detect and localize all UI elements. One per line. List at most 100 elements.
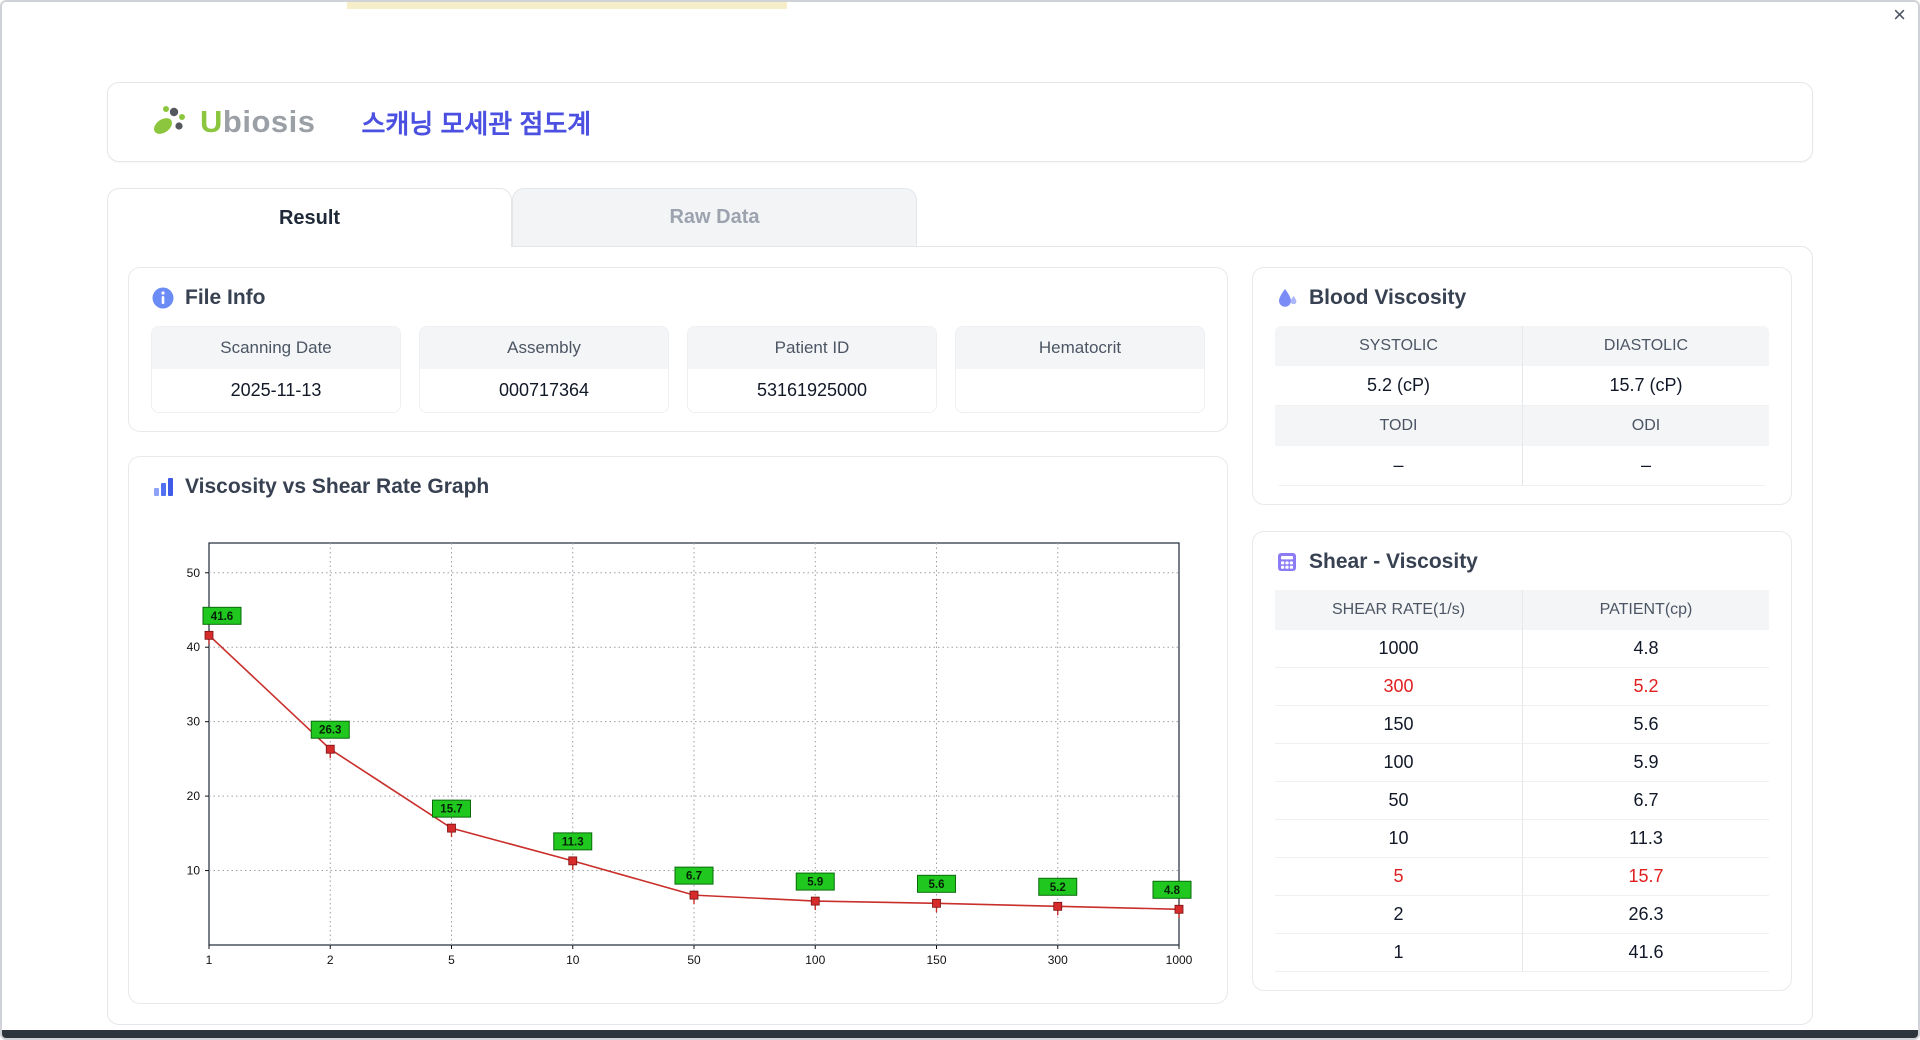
file-info-fields: Scanning Date 2025-11-13 Assembly 000717… bbox=[151, 326, 1205, 413]
sv-patient: 5.2 bbox=[1522, 668, 1769, 706]
field-value: 000717364 bbox=[420, 369, 668, 412]
blood-viscosity-title: Blood Viscosity bbox=[1309, 286, 1467, 309]
bv-value-systolic: 5.2 (cP) bbox=[1275, 366, 1522, 406]
field-scanning-date: Scanning Date 2025-11-13 bbox=[151, 326, 401, 413]
sv-patient: 11.3 bbox=[1522, 820, 1769, 858]
graph-panel: Viscosity vs Shear Rate Graph 10 20 30 40 50… bbox=[128, 456, 1228, 1004]
tab-bar: Result Raw Data bbox=[107, 188, 1813, 247]
viscosity-chart: 10 20 30 40 50 1 2 5 10 50 100 150 300 1000 41.6 26.3 15… bbox=[187, 542, 1193, 967]
field-value: 53161925000 bbox=[688, 369, 936, 412]
svg-text:41.6: 41.6 bbox=[211, 611, 233, 623]
file-info-title: File Info bbox=[185, 286, 266, 309]
sv-shear: 2 bbox=[1275, 896, 1522, 934]
logo-letters: biosis bbox=[222, 104, 316, 139]
sv-shear: 5 bbox=[1275, 858, 1522, 896]
leaf-logo-icon bbox=[150, 101, 194, 144]
sv-patient: 5.6 bbox=[1522, 706, 1769, 744]
bv-header-todi: TODI bbox=[1275, 406, 1522, 446]
bv-header-odi: ODI bbox=[1522, 406, 1769, 446]
svg-text:1000: 1000 bbox=[1166, 953, 1193, 967]
svg-text:4.8: 4.8 bbox=[1164, 885, 1181, 897]
svg-text:10: 10 bbox=[187, 864, 201, 878]
field-value: 2025-11-13 bbox=[152, 369, 400, 412]
sv-patient: 41.6 bbox=[1522, 934, 1769, 972]
bv-header-systolic: SYSTOLIC bbox=[1275, 326, 1522, 366]
graph-title: Viscosity vs Shear Rate Graph bbox=[185, 475, 490, 498]
tab-result[interactable]: Result bbox=[107, 188, 512, 247]
field-hematocrit: Hematocrit bbox=[955, 326, 1205, 413]
table-grid-icon bbox=[1275, 550, 1299, 574]
bar-chart-icon bbox=[151, 475, 175, 499]
sv-patient: 26.3 bbox=[1522, 896, 1769, 934]
svg-text:10: 10 bbox=[566, 953, 580, 967]
sv-shear: 100 bbox=[1275, 744, 1522, 782]
graph-header: Viscosity vs Shear Rate Graph bbox=[151, 475, 1205, 499]
field-label: Patient ID bbox=[688, 327, 936, 369]
svg-text:40: 40 bbox=[187, 640, 201, 654]
bv-value-odi: – bbox=[1522, 446, 1769, 486]
shear-viscosity-panel: Shear - Viscosity SHEAR RATE(1/s) PATIEN… bbox=[1252, 531, 1792, 991]
sv-patient: 4.8 bbox=[1522, 630, 1769, 668]
tab-raw-data[interactable]: Raw Data bbox=[512, 188, 917, 246]
ubiosis-logo: Ubiosis bbox=[150, 101, 315, 144]
svg-text:2: 2 bbox=[327, 953, 334, 967]
svg-text:26.3: 26.3 bbox=[319, 725, 341, 737]
sv-shear: 300 bbox=[1275, 668, 1522, 706]
svg-text:5.6: 5.6 bbox=[929, 879, 945, 891]
water-drop-icon bbox=[1275, 286, 1299, 310]
blood-viscosity-header: Blood Viscosity bbox=[1275, 286, 1769, 310]
blood-viscosity-table: SYSTOLIC DIASTOLIC 5.2 (cP) 15.7 (cP) TO… bbox=[1275, 326, 1769, 486]
svg-text:150: 150 bbox=[926, 953, 946, 967]
svg-text:20: 20 bbox=[187, 789, 201, 803]
field-label: Scanning Date bbox=[152, 327, 400, 369]
page: Ubiosis 스캐닝 모세관 점도계 Result Raw Data File… bbox=[2, 2, 1918, 1025]
bv-value-todi: – bbox=[1275, 446, 1522, 486]
svg-text:100: 100 bbox=[805, 953, 825, 967]
sv-patient: 5.9 bbox=[1522, 744, 1769, 782]
bv-value-diastolic: 15.7 (cP) bbox=[1522, 366, 1769, 406]
field-patient-id: Patient ID 53161925000 bbox=[687, 326, 937, 413]
app-header: Ubiosis 스캐닝 모세관 점도계 bbox=[107, 82, 1813, 162]
sv-shear: 50 bbox=[1275, 782, 1522, 820]
svg-text:1: 1 bbox=[206, 953, 213, 967]
logo-text: Ubiosis bbox=[200, 104, 315, 140]
svg-text:50: 50 bbox=[187, 566, 201, 580]
chart-area: 10 20 30 40 50 1 2 5 10 50 100 150 300 1000 41.6 26.3 15… bbox=[151, 515, 1205, 985]
svg-text:300: 300 bbox=[1048, 953, 1068, 967]
app-window: × Ubiosis 스캐닝 모세관 점도계 Result Raw Data Fi… bbox=[0, 0, 1920, 1040]
blood-viscosity-panel: Blood Viscosity SYSTOLIC DIASTOLIC 5.2 (… bbox=[1252, 267, 1792, 505]
svg-text:50: 50 bbox=[687, 953, 701, 967]
sv-col-shear-rate: SHEAR RATE(1/s) bbox=[1275, 590, 1522, 630]
svg-text:11.3: 11.3 bbox=[562, 836, 584, 848]
sv-col-patient: PATIENT(cp) bbox=[1522, 590, 1769, 630]
app-title: 스캐닝 모세관 점도계 bbox=[361, 108, 592, 139]
svg-text:5.9: 5.9 bbox=[807, 877, 823, 889]
shear-viscosity-title: Shear - Viscosity bbox=[1309, 550, 1478, 573]
field-assembly: Assembly 000717364 bbox=[419, 326, 669, 413]
sv-patient: 6.7 bbox=[1522, 782, 1769, 820]
sv-shear: 150 bbox=[1275, 706, 1522, 744]
svg-text:15.7: 15.7 bbox=[440, 804, 462, 816]
bv-header-diastolic: DIASTOLIC bbox=[1522, 326, 1769, 366]
field-label: Assembly bbox=[420, 327, 668, 369]
svg-text:5: 5 bbox=[448, 953, 455, 967]
sv-patient: 15.7 bbox=[1522, 858, 1769, 896]
field-value bbox=[956, 369, 1204, 411]
sv-shear: 1000 bbox=[1275, 630, 1522, 668]
right-column: Blood Viscosity SYSTOLIC DIASTOLIC 5.2 (… bbox=[1252, 267, 1792, 1004]
file-info-panel: File Info Scanning Date 2025-11-13 Assem… bbox=[128, 267, 1228, 432]
sv-shear: 1 bbox=[1275, 934, 1522, 972]
file-info-header: File Info bbox=[151, 286, 1205, 310]
svg-text:30: 30 bbox=[187, 715, 201, 729]
sv-shear: 10 bbox=[1275, 820, 1522, 858]
info-icon bbox=[151, 286, 175, 310]
left-column: File Info Scanning Date 2025-11-13 Assem… bbox=[128, 267, 1228, 1004]
shear-viscosity-table: SHEAR RATE(1/s) PATIENT(cp) 1000 4.8 300… bbox=[1275, 590, 1769, 972]
shear-viscosity-header: Shear - Viscosity bbox=[1275, 550, 1769, 574]
result-content: File Info Scanning Date 2025-11-13 Assem… bbox=[107, 246, 1813, 1025]
svg-text:5.2: 5.2 bbox=[1050, 882, 1066, 894]
field-label: Hematocrit bbox=[956, 327, 1204, 369]
bottom-taskbar bbox=[2, 1030, 1918, 1038]
svg-text:6.7: 6.7 bbox=[686, 871, 702, 883]
logo-letter-u: U bbox=[200, 104, 223, 139]
